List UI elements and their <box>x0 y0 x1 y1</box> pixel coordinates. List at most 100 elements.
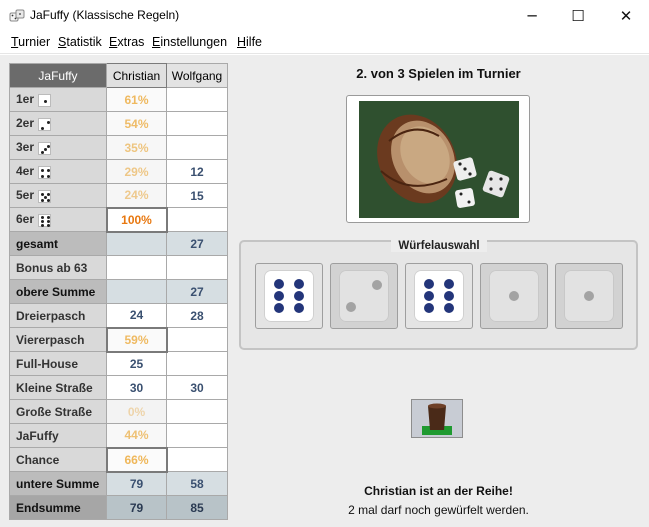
row-label: 2er <box>9 111 107 136</box>
die-face-6-icon <box>264 270 314 322</box>
table-row: 4er 29% 12 <box>9 159 228 184</box>
score-cell-christian[interactable]: 66% <box>105 446 168 473</box>
column-header-christian: Christian <box>106 63 167 88</box>
tournament-title: 2. von 3 Spielen im Turnier <box>356 66 521 81</box>
close-button[interactable]: ✕ <box>603 0 649 32</box>
row-label: untere Summe <box>9 471 107 496</box>
row-label: Dreierpasch <box>9 303 107 328</box>
maximize-button[interactable]: ☐ <box>555 0 601 32</box>
die-face-2-icon <box>339 270 389 322</box>
row-label-text: 4er <box>16 164 35 179</box>
score-cell-christian[interactable]: 100% <box>105 206 168 233</box>
die-face-3-icon <box>38 141 52 155</box>
row-label: Große Straße <box>9 399 107 424</box>
minimize-icon: ─ <box>527 7 537 25</box>
die-button-4[interactable] <box>480 263 548 329</box>
row-label-text: Viererpasch <box>16 332 85 347</box>
score-cell-christian: 79 <box>106 471 167 496</box>
window-title: JaFuffy (Klassische Regeln) <box>30 8 180 22</box>
score-table: JaFuffy Christian Wolfgang 1er 61% 2er 54% 3… <box>9 63 228 520</box>
row-label: 1er <box>9 87 107 112</box>
menu-einstellungen[interactable]: Einstellungen <box>152 35 227 49</box>
menu-turnier[interactable]: Turnier <box>11 35 50 49</box>
dice-icon <box>9 9 25 22</box>
score-cell-christian: 24 <box>106 303 167 328</box>
table-row: Dreierpasch 24 28 <box>9 303 228 328</box>
remaining-rolls-status: 2 mal darf noch gewürfelt werden. <box>348 503 529 517</box>
table-row: JaFuffy 44% <box>9 423 228 448</box>
score-cell-christian[interactable]: 61% <box>106 87 167 112</box>
score-cell-christian: 79 <box>106 495 167 520</box>
row-label: 6er <box>9 207 107 232</box>
score-cell-wolfgang <box>166 135 228 160</box>
row-label: Bonus ab 63 <box>9 255 107 280</box>
row-label-text: 1er <box>16 92 35 107</box>
score-cell-wolfgang <box>166 447 228 472</box>
close-icon: ✕ <box>619 7 633 25</box>
table-row: Viererpasch 59% <box>9 326 228 353</box>
table-row: 3er 35% <box>9 135 228 160</box>
row-label-text: Bonus ab 63 <box>16 260 88 275</box>
score-cell-christian: 25 <box>106 351 167 376</box>
menu-hilfe[interactable]: Hilfe <box>237 35 262 49</box>
menu-bar: Turnier Statistik Extras Einstellungen H… <box>0 32 649 54</box>
score-cell-wolfgang: 15 <box>166 183 228 208</box>
score-cell-wolfgang: 27 <box>166 231 228 256</box>
score-cell-christian[interactable]: 54% <box>106 111 167 136</box>
row-label: Chance <box>9 447 107 472</box>
menu-statistik[interactable]: Statistik <box>58 35 102 49</box>
row-label: 3er <box>9 135 107 160</box>
score-cell-wolfgang: 28 <box>166 303 228 328</box>
table-row: Endsumme 79 85 <box>9 495 228 520</box>
table-row: obere Summe 27 <box>9 279 228 304</box>
table-row: 1er 61% <box>9 87 228 112</box>
die-face-2-icon <box>38 117 52 131</box>
die-button-3[interactable] <box>405 263 473 329</box>
die-button-5[interactable] <box>555 263 623 329</box>
table-row: untere Summe 79 58 <box>9 471 228 496</box>
dice-cup-scene-icon <box>359 101 519 218</box>
score-cell-christian[interactable]: 59% <box>105 326 168 353</box>
row-label: 4er <box>9 159 107 184</box>
table-row: Große Straße 0% <box>9 399 228 424</box>
score-cell-christian[interactable]: 24% <box>106 183 167 208</box>
score-cell-wolfgang <box>166 423 228 448</box>
row-label-text: JaFuffy <box>16 428 59 443</box>
table-row: Kleine Straße 30 30 <box>9 375 228 400</box>
score-cell-wolfgang: 58 <box>166 471 228 496</box>
menu-extras[interactable]: Extras <box>109 35 144 49</box>
dice-cup-image-frame <box>346 95 530 223</box>
row-label: Kleine Straße <box>9 375 107 400</box>
table-row: 5er 24% 15 <box>9 183 228 208</box>
table-row: Bonus ab 63 <box>9 255 228 280</box>
die-button-2[interactable] <box>330 263 398 329</box>
row-label: 5er <box>9 183 107 208</box>
dice-selection-label: Würfelauswahl <box>391 240 487 252</box>
die-button-1[interactable] <box>255 263 323 329</box>
score-cell-wolfgang <box>166 327 228 352</box>
row-label-text: Endsumme <box>16 500 81 515</box>
table-row: Full-House 25 <box>9 351 228 376</box>
minimize-button[interactable]: ─ <box>509 0 555 32</box>
row-label-text: Dreierpasch <box>16 308 86 323</box>
score-cell-christian: 30 <box>106 375 167 400</box>
row-label-text: 6er <box>16 212 35 227</box>
row-label: JaFuffy <box>9 423 107 448</box>
score-cell-christian[interactable]: 35% <box>106 135 167 160</box>
score-cell-wolfgang <box>166 351 228 376</box>
row-label: Endsumme <box>9 495 107 520</box>
score-cell-christian[interactable]: 0% <box>106 399 167 424</box>
roll-dice-button[interactable] <box>411 399 463 438</box>
row-label-text: Chance <box>16 452 60 467</box>
row-label-text: 5er <box>16 188 35 203</box>
title-bar: JaFuffy (Klassische Regeln) ─ ☐ ✕ <box>0 0 649 32</box>
row-label-text: Full-House <box>16 356 78 371</box>
row-label-text: 2er <box>16 116 35 131</box>
current-player-status: Christian ist an der Reihe! <box>364 484 513 498</box>
score-cell-christian[interactable]: 29% <box>106 159 167 184</box>
score-cell-christian[interactable]: 44% <box>106 423 167 448</box>
dice-cup-icon <box>412 400 462 437</box>
row-label-text: 3er <box>16 140 35 155</box>
table-row: Chance 66% <box>9 446 228 473</box>
row-label: obere Summe <box>9 279 107 304</box>
